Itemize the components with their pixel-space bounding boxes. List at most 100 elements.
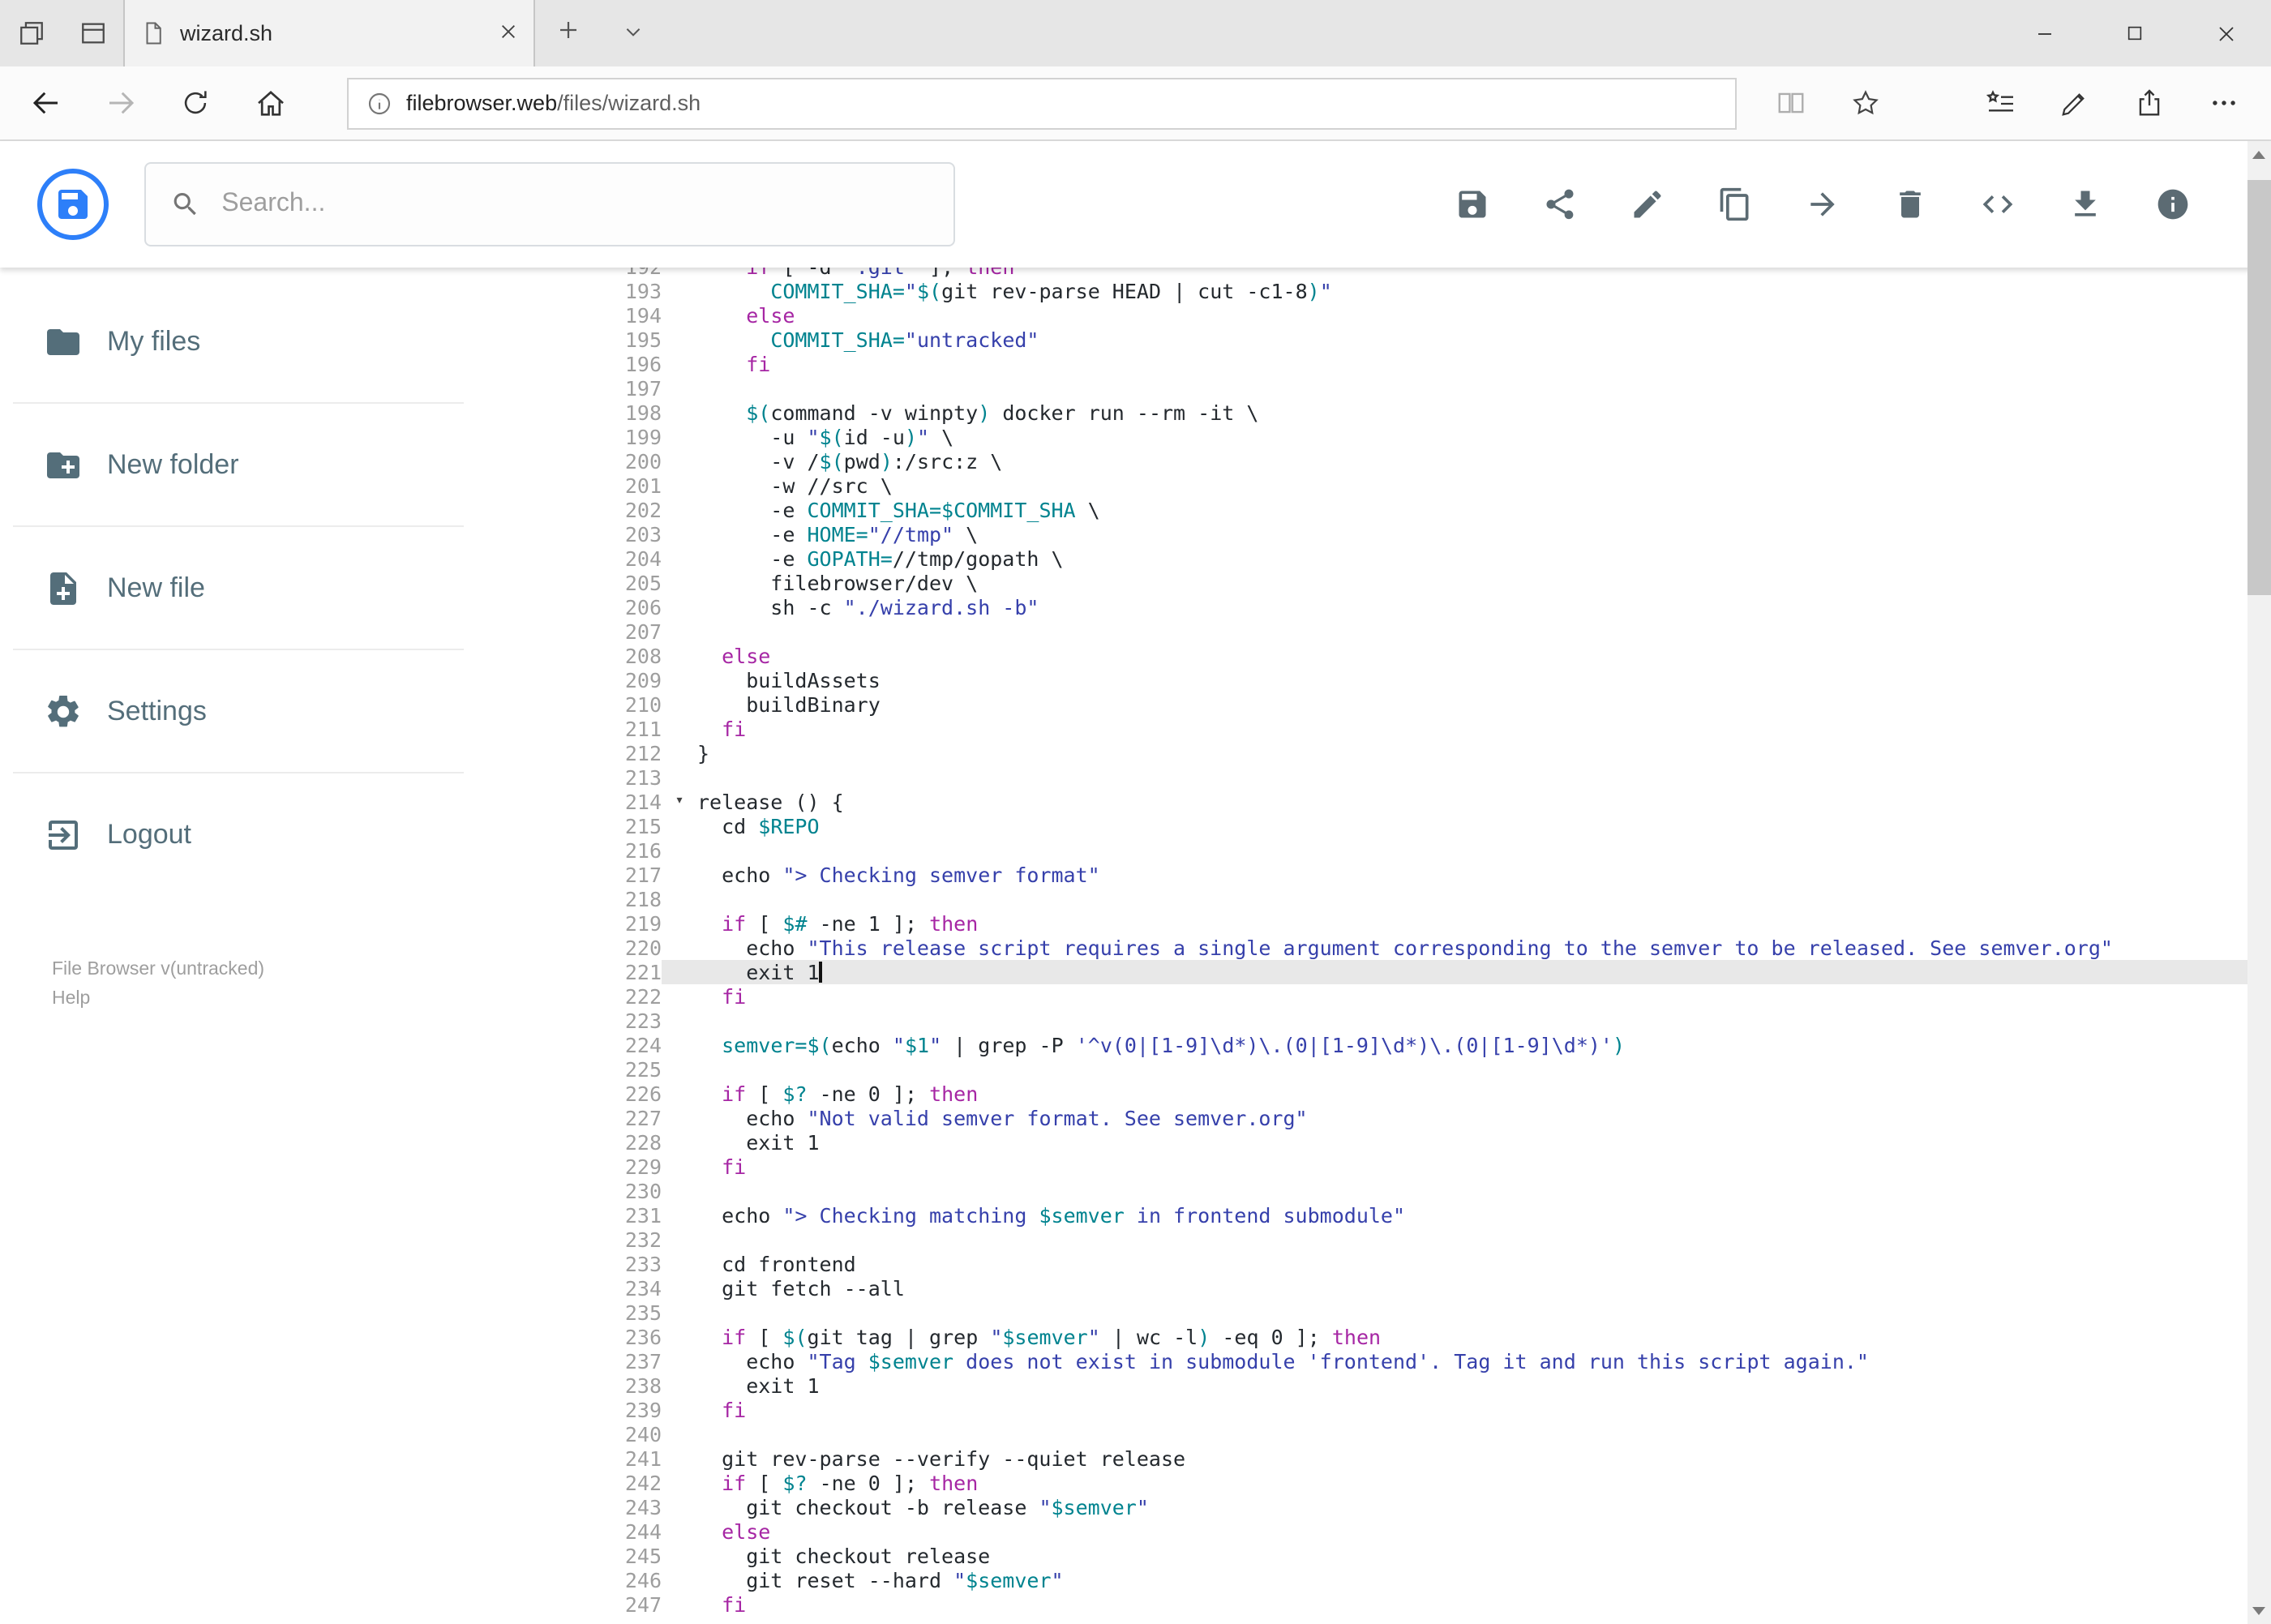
move-button[interactable] (1778, 161, 1866, 248)
tab-wizard-sh[interactable]: wizard.sh (123, 0, 535, 66)
sidebar-item-new-folder[interactable]: New folder (0, 404, 486, 527)
code-line[interactable]: 212} (486, 741, 2271, 765)
code-line[interactable]: 246 git reset --hard "$semver" (486, 1568, 2271, 1592)
more-options-button[interactable] (2187, 71, 2261, 135)
code-line[interactable]: 202 -e COMMIT_SHA=$COMMIT_SHA \ (486, 498, 2271, 522)
code-line[interactable]: 222 fi (486, 984, 2271, 1009)
download-button[interactable] (2041, 161, 2128, 248)
search-input[interactable] (221, 190, 929, 219)
code-line[interactable]: 215 cd $REPO (486, 814, 2271, 838)
search-box[interactable] (144, 162, 955, 246)
share-page-button[interactable] (2112, 71, 2187, 135)
reading-view-button[interactable] (1754, 71, 1828, 135)
code-line[interactable]: 236 if [ $(git tag | grep "$semver" | wc… (486, 1325, 2271, 1349)
code-line[interactable]: 219 if [ $# -ne 1 ]; then (486, 911, 2271, 936)
code-line[interactable]: 238 exit 1 (486, 1373, 2271, 1398)
code-line[interactable]: 237 echo "Tag $semver does not exist in … (486, 1349, 2271, 1373)
code-line[interactable]: 240 (486, 1422, 2271, 1446)
code-line[interactable]: 221 exit 1 (486, 960, 2271, 984)
code-line[interactable]: 192 if [ -d ".git" ]; then (486, 268, 2271, 279)
tab-close-button[interactable] (499, 21, 517, 45)
code-line[interactable]: 208 else (486, 644, 2271, 668)
code-line[interactable]: 206 sh -c "./wizard.sh -b" (486, 595, 2271, 619)
code-line[interactable]: 204 -e GOPATH=//tmp/gopath \ (486, 546, 2271, 571)
code-line[interactable]: 231 echo "> Checking matching $semver in… (486, 1203, 2271, 1228)
new-tab-button[interactable] (535, 0, 600, 66)
code-line[interactable]: 216 (486, 838, 2271, 863)
home-button[interactable] (233, 71, 307, 135)
code-line[interactable]: 223 (486, 1009, 2271, 1033)
web-note-button[interactable] (2038, 71, 2113, 135)
info-button[interactable] (2128, 161, 2216, 248)
minimize-button[interactable] (1999, 0, 2089, 66)
tabs-preview-button[interactable] (62, 0, 123, 66)
code-line[interactable]: 218 (486, 887, 2271, 911)
filebrowser-logo[interactable] (37, 169, 109, 240)
sidebar-item-settings[interactable]: Settings (0, 650, 486, 773)
scroll-up-arrow[interactable] (2247, 141, 2271, 169)
save-button[interactable] (1428, 161, 1515, 248)
scroll-down-arrow[interactable] (2247, 1596, 2271, 1624)
refresh-button[interactable] (159, 71, 234, 135)
code-line[interactable]: 226 if [ $? -ne 0 ]; then (486, 1082, 2271, 1106)
code-line[interactable]: 201 -w //src \ (486, 473, 2271, 498)
sidebar-item-logout[interactable]: Logout (0, 773, 486, 897)
code-line[interactable]: 224 semver=$(echo "$1" | grep -P '^v(0|[… (486, 1033, 2271, 1057)
code-line[interactable]: 213 (486, 765, 2271, 790)
code-line[interactable]: 235 (486, 1300, 2271, 1325)
back-button[interactable] (10, 71, 84, 135)
code-line[interactable]: 194 else (486, 303, 2271, 328)
code-line[interactable]: 214 ▾ release () { (486, 790, 2271, 814)
tab-preview-chevron-button[interactable] (600, 0, 665, 66)
code-line[interactable]: 243 git checkout -b release "$semver" (486, 1495, 2271, 1519)
code-line[interactable]: 245 git checkout release (486, 1544, 2271, 1568)
code-line[interactable]: 232 (486, 1228, 2271, 1252)
code-line[interactable]: 227 echo "Not valid semver format. See s… (486, 1106, 2271, 1130)
code-line[interactable]: 198 $(command -v winpty) docker run --rm… (486, 401, 2271, 425)
tabs-set-aside-button[interactable] (0, 0, 62, 66)
share-button[interactable] (1515, 161, 1603, 248)
code-line[interactable]: 229 fi (486, 1155, 2271, 1179)
code-line[interactable]: 233 cd frontend (486, 1252, 2271, 1276)
maximize-button[interactable] (2089, 0, 2180, 66)
code-line[interactable]: 211 fi (486, 717, 2271, 741)
code-line[interactable]: 228 exit 1 (486, 1130, 2271, 1155)
delete-button[interactable] (1866, 161, 1953, 248)
code-line[interactable]: 203 -e HOME="//tmp" \ (486, 522, 2271, 546)
code-line[interactable]: 200 -v /$(pwd):/src:z \ (486, 449, 2271, 473)
page-scrollbar[interactable] (2247, 141, 2271, 1624)
code-editor[interactable]: 192 if [ -d ".git" ]; then193 COMMIT_SHA… (486, 268, 2271, 1623)
fold-marker-icon[interactable]: ▾ (662, 790, 697, 814)
scrollbar-thumb[interactable] (2247, 180, 2271, 595)
code-line[interactable]: 241 git rev-parse --verify --quiet relea… (486, 1446, 2271, 1471)
code-line[interactable]: 195 COMMIT_SHA="untracked" (486, 328, 2271, 352)
code-line[interactable]: 196 fi (486, 352, 2271, 376)
code-line[interactable]: 217 echo "> Checking semver format" (486, 863, 2271, 887)
rename-button[interactable] (1603, 161, 1690, 248)
code-line[interactable]: 242 if [ $? -ne 0 ]; then (486, 1471, 2271, 1495)
code-line[interactable]: 199 -u "$(id -u)" \ (486, 425, 2271, 449)
forward-button[interactable] (84, 71, 159, 135)
window-close-button[interactable] (2180, 0, 2271, 66)
raw-code-button[interactable] (1953, 161, 2041, 248)
help-link[interactable]: Help (52, 984, 486, 1013)
code-line[interactable]: 244 else (486, 1519, 2271, 1544)
sidebar-item-my-files[interactable]: My files (0, 281, 486, 404)
code-line[interactable]: 230 (486, 1179, 2271, 1203)
address-bar[interactable]: filebrowser.web/files/wizard.sh (346, 77, 1738, 129)
code-line[interactable]: 225 (486, 1057, 2271, 1082)
code-line[interactable]: 209 buildAssets (486, 668, 2271, 692)
code-line[interactable]: 220 echo "This release script requires a… (486, 936, 2271, 960)
hub-button[interactable] (1964, 71, 2038, 135)
copy-button[interactable] (1690, 161, 1778, 248)
code-line[interactable]: 210 buildBinary (486, 692, 2271, 717)
sidebar-item-new-file[interactable]: New file (0, 527, 486, 650)
site-info-icon[interactable] (366, 90, 392, 116)
code-line[interactable]: 193 COMMIT_SHA="$(git rev-parse HEAD | c… (486, 279, 2271, 303)
code-line[interactable]: 205 filebrowser/dev \ (486, 571, 2271, 595)
code-line[interactable]: 239 fi (486, 1398, 2271, 1422)
code-line[interactable]: 234 git fetch --all (486, 1276, 2271, 1300)
add-favorite-button[interactable] (1828, 71, 1902, 135)
code-line[interactable]: 197 (486, 376, 2271, 401)
code-line[interactable]: 247 fi (486, 1592, 2271, 1617)
